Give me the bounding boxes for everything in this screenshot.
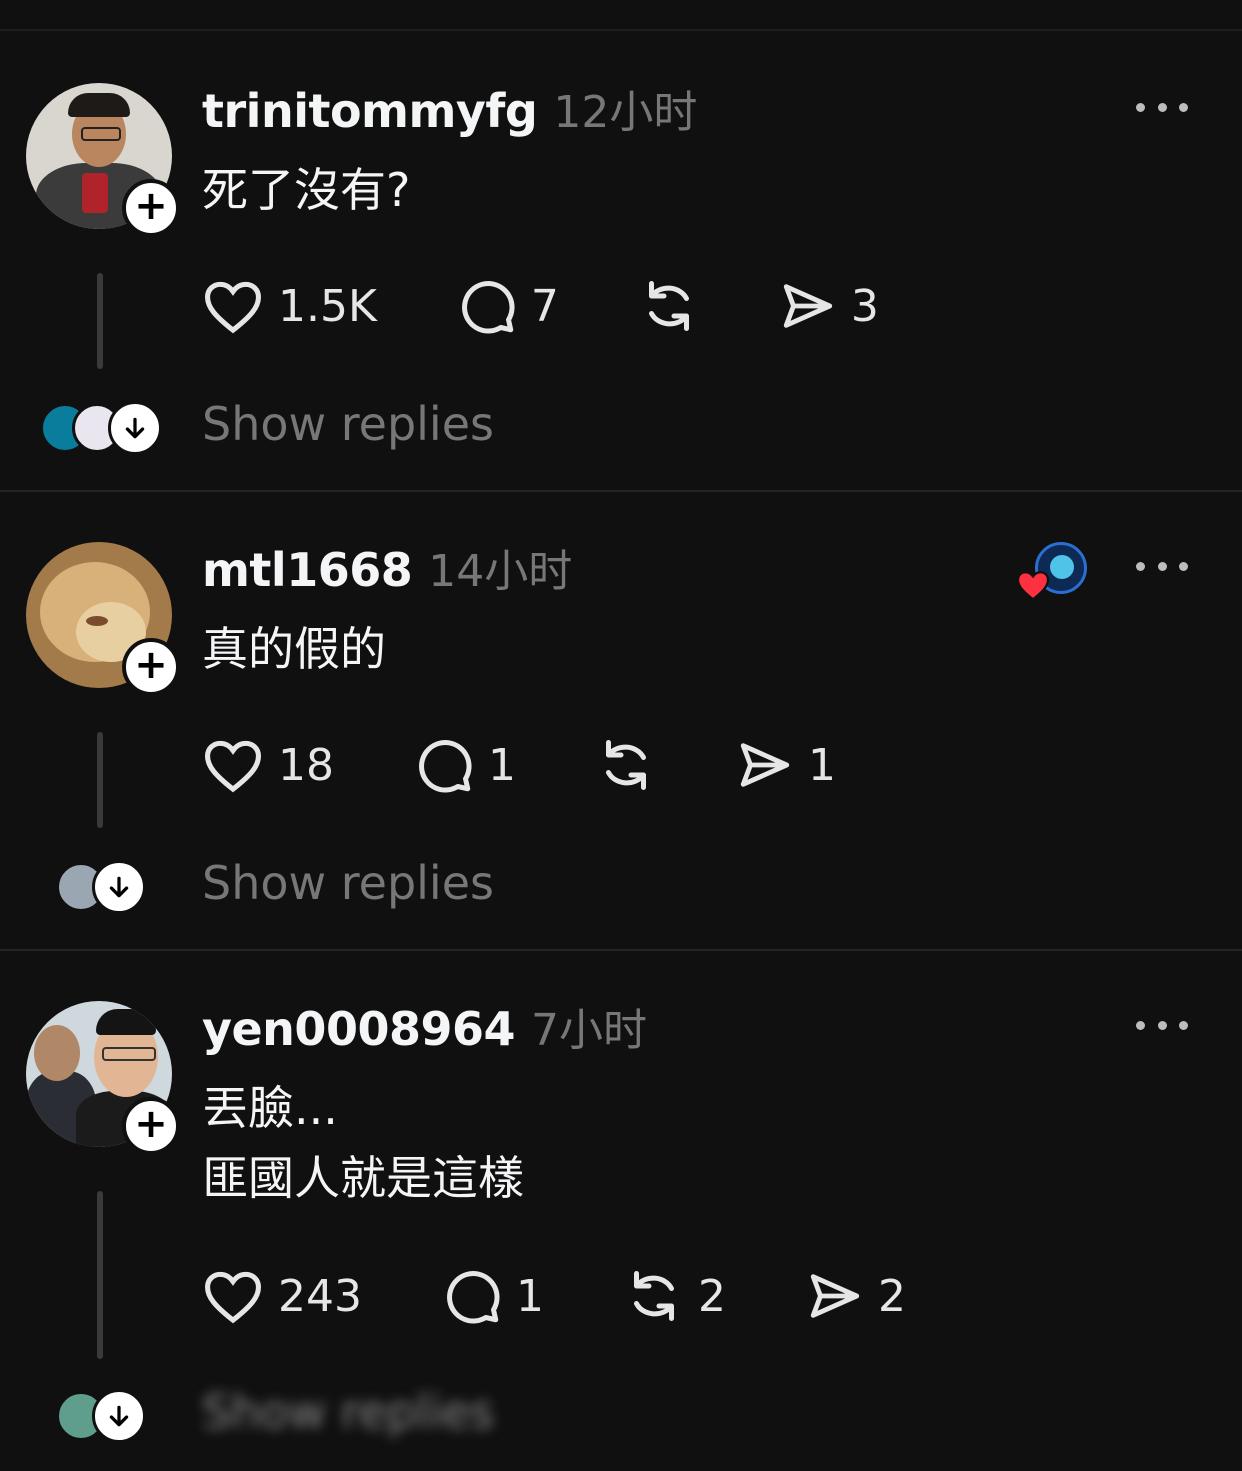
post-header: yen0008964 7小时 xyxy=(202,994,647,1056)
follow-button[interactable]: + xyxy=(122,179,180,237)
post-item[interactable]: + mtl1668 14小时 真的假的 18 1 1 Show replies xyxy=(0,490,1242,951)
action-bar: 243 1 2 2 xyxy=(202,1261,906,1331)
heart-icon xyxy=(1016,571,1050,601)
reply-button[interactable]: 1 xyxy=(414,735,516,795)
show-replies-row[interactable]: Show replies xyxy=(0,393,1242,463)
username[interactable]: yen0008964 xyxy=(202,1002,515,1056)
post-item[interactable]: + yen0008964 7小时 丟臉... 匪國人就是這樣 243 1 2 2… xyxy=(0,949,1242,1443)
expand-replies-button[interactable] xyxy=(108,401,162,455)
plus-icon: + xyxy=(134,183,168,229)
heart-icon xyxy=(204,1271,262,1324)
like-button[interactable]: 18 xyxy=(202,737,334,793)
expand-replies-button[interactable] xyxy=(92,860,146,914)
like-count: 243 xyxy=(278,1270,362,1322)
like-count: 1.5K xyxy=(278,280,377,332)
post-text: 真的假的 xyxy=(202,622,386,676)
expand-replies-button[interactable] xyxy=(92,1389,146,1443)
plus-icon: + xyxy=(134,1101,168,1147)
like-button[interactable]: 243 xyxy=(202,1268,362,1324)
like-button[interactable]: 1.5K xyxy=(202,278,377,334)
send-icon xyxy=(740,743,790,787)
reply-count: 1 xyxy=(515,1270,544,1322)
repost-icon xyxy=(633,1271,674,1321)
repost-count: 2 xyxy=(697,1270,726,1322)
share-count: 2 xyxy=(877,1270,906,1322)
post-item[interactable]: + trinitommyfg 12小时 死了沒有? 1.5K 7 3 Show … xyxy=(0,31,1242,492)
follow-button[interactable]: + xyxy=(122,1097,180,1155)
reply-button[interactable]: 7 xyxy=(457,276,559,336)
share-count: 3 xyxy=(850,280,879,332)
comment-bubble-icon xyxy=(447,1271,500,1324)
heart-icon xyxy=(204,740,262,793)
timestamp: 7小时 xyxy=(530,1005,647,1056)
plus-icon: + xyxy=(134,642,168,688)
post-text: 死了沒有? xyxy=(202,163,411,217)
heart-icon xyxy=(204,281,262,334)
arrow-down-icon xyxy=(125,417,145,439)
post-header: mtl1668 14小时 xyxy=(202,535,572,597)
liked-by-author-badge xyxy=(1015,540,1091,602)
arrow-down-icon xyxy=(109,1405,129,1427)
send-icon xyxy=(810,1274,860,1318)
follow-button[interactable]: + xyxy=(122,638,180,696)
repost-button[interactable]: 2 xyxy=(624,1266,726,1326)
reply-count: 7 xyxy=(530,280,559,332)
share-count: 1 xyxy=(808,739,836,791)
action-bar: 18 1 1 xyxy=(202,730,836,800)
comment-bubble-icon xyxy=(461,281,515,334)
arrow-down-icon xyxy=(109,876,129,898)
repost-button[interactable] xyxy=(596,735,656,795)
username[interactable]: mtl1668 xyxy=(202,543,413,597)
show-replies-row[interactable]: Show replies xyxy=(0,1381,1242,1451)
thread-line xyxy=(97,1191,103,1359)
like-count: 18 xyxy=(278,739,334,791)
repost-icon xyxy=(648,281,689,331)
comment-bubble-icon xyxy=(419,740,472,793)
more-options-button[interactable] xyxy=(1136,1015,1188,1035)
share-button[interactable]: 3 xyxy=(779,277,879,335)
show-replies-link[interactable]: Show replies xyxy=(202,1385,494,1439)
post-header: trinitommyfg 12小时 xyxy=(202,76,697,138)
show-replies-link[interactable]: Show replies xyxy=(202,856,494,910)
top-bar xyxy=(0,0,1242,31)
repost-button[interactable] xyxy=(639,276,699,336)
more-options-button[interactable] xyxy=(1136,97,1188,117)
share-button[interactable]: 1 xyxy=(736,736,836,794)
repost-icon xyxy=(606,740,646,790)
more-options-button[interactable] xyxy=(1136,556,1188,576)
timestamp: 14小时 xyxy=(428,546,573,597)
thread-line xyxy=(97,732,103,828)
post-text: 丟臉... 匪國人就是這樣 xyxy=(202,1081,524,1205)
send-icon xyxy=(783,284,832,328)
thread-line xyxy=(97,273,103,369)
share-button[interactable]: 2 xyxy=(806,1267,906,1325)
timestamp: 12小时 xyxy=(553,87,698,138)
show-replies-row[interactable]: Show replies xyxy=(0,852,1242,922)
show-replies-link[interactable]: Show replies xyxy=(202,397,494,451)
username[interactable]: trinitommyfg xyxy=(202,84,538,138)
reply-count: 1 xyxy=(488,739,516,791)
action-bar: 1.5K 7 3 xyxy=(202,271,879,341)
reply-button[interactable]: 1 xyxy=(442,1266,544,1326)
